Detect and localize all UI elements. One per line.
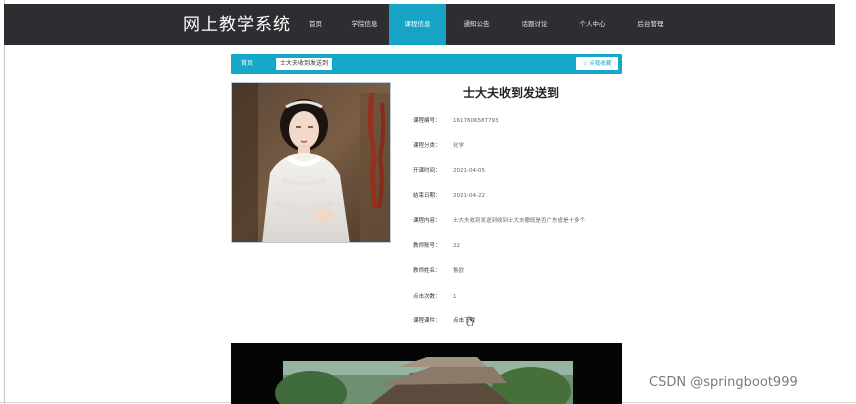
detail-label: 课程内容： xyxy=(413,218,441,224)
favorite-button-label: 点我收藏 xyxy=(589,61,612,67)
top-navigation-bar: 网上教学系统 首页 学院信息 课程信息 通知公告 话题讨论 个人中心 后台管理 xyxy=(4,4,835,45)
hand-cursor-icon xyxy=(466,316,474,326)
detail-label: 教师账号： xyxy=(413,243,441,249)
detail-value: 2021-04-22 xyxy=(453,193,485,199)
detail-label: 开课时间： xyxy=(413,168,441,174)
course-video-player[interactable] xyxy=(231,343,622,404)
site-title: 网上教学系统 xyxy=(183,15,291,35)
star-icon: ☆ xyxy=(582,60,589,67)
detail-value: 化学 xyxy=(453,143,465,149)
video-frame-illustration xyxy=(231,343,622,404)
detail-value: 1617606587793 xyxy=(453,118,499,124)
detail-label: 点击次数： xyxy=(413,294,441,300)
detail-value: 鲁欧 xyxy=(453,268,465,274)
detail-value: 2021-04-05 xyxy=(453,168,485,174)
detail-label: 课程分类： xyxy=(413,143,441,149)
csdn-watermark: CSDN @springboot999 xyxy=(649,375,798,390)
detail-label: 课程课件： xyxy=(413,318,441,324)
nav-item-college-info[interactable]: 学院信息 xyxy=(336,4,393,45)
detail-label: 教师姓名： xyxy=(413,268,441,274)
detail-label: 课程编号： xyxy=(413,118,441,124)
nav-item-personal-center[interactable]: 个人中心 xyxy=(564,4,621,45)
breadcrumb-current: 士大夫收到发送到 xyxy=(276,58,333,70)
breadcrumb: 首页 士大夫收到发送到 ☆点我收藏 xyxy=(231,54,622,74)
detail-value: 士大夫收到发送到收到士大夫撒既是否广东省是十多个 xyxy=(453,218,586,224)
detail-label: 结束日期： xyxy=(413,193,441,199)
page-frame-left xyxy=(4,0,5,404)
detail-value: 22 xyxy=(453,243,460,249)
breadcrumb-home-link[interactable]: 首页 xyxy=(241,54,253,74)
course-cover-illustration xyxy=(232,83,390,242)
course-cover-image xyxy=(231,82,391,243)
nav-item-discussion[interactable]: 话题讨论 xyxy=(506,4,563,45)
favorite-button[interactable]: ☆点我收藏 xyxy=(576,57,618,70)
detail-value: 1 xyxy=(453,294,457,300)
nav-item-notices[interactable]: 通知公告 xyxy=(448,4,505,45)
nav-item-course-info[interactable]: 课程信息 xyxy=(389,4,446,45)
course-title: 士大夫收到发送到 xyxy=(462,86,559,100)
nav-item-admin[interactable]: 后台管理 xyxy=(622,4,679,45)
